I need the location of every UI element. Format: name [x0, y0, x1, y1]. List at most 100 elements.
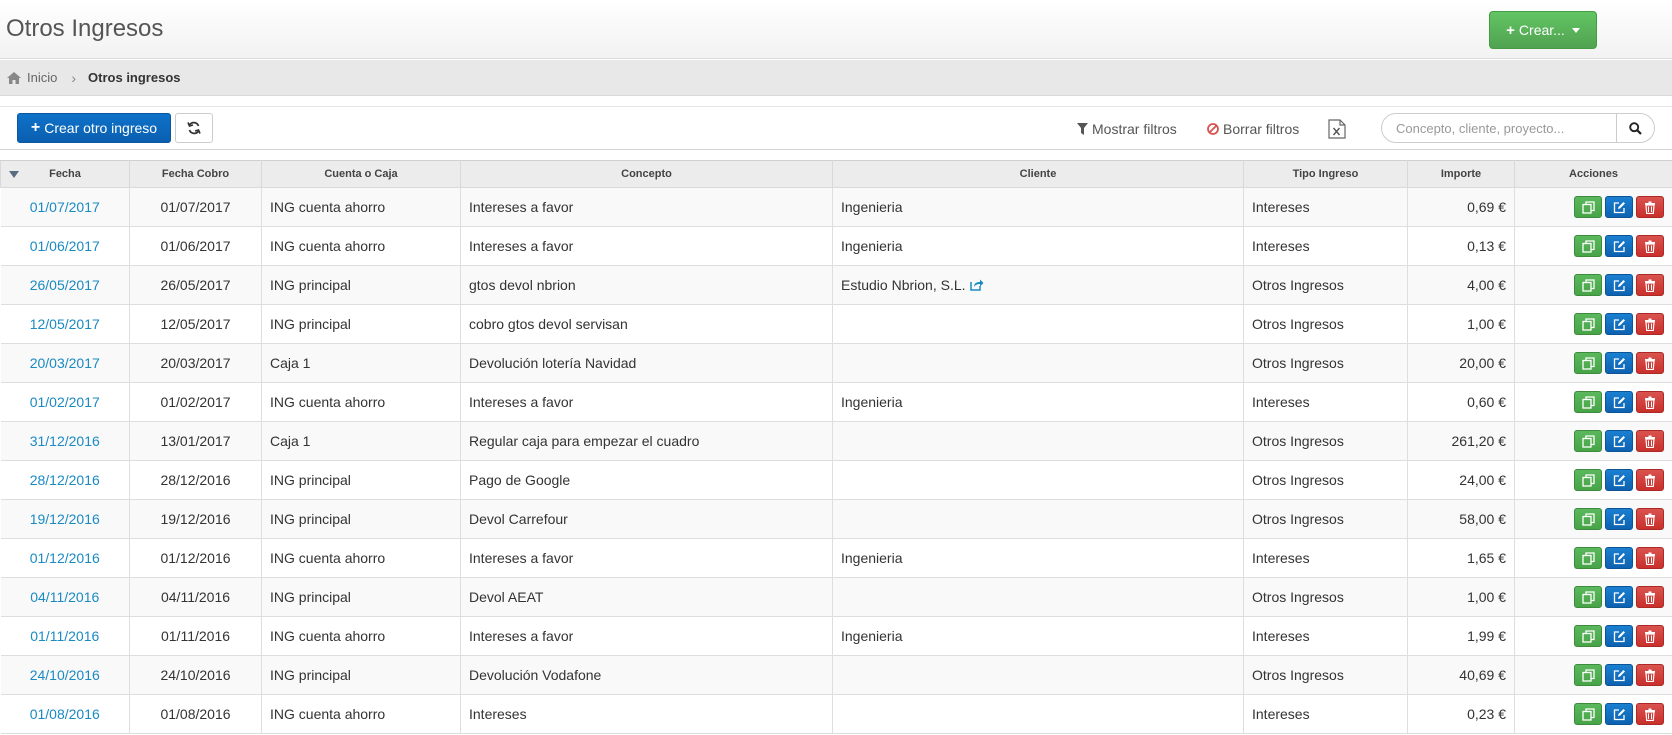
edit-button[interactable]: [1605, 469, 1633, 491]
fecha-link[interactable]: 01/07/2017: [30, 199, 100, 215]
fecha-link[interactable]: 01/06/2017: [30, 238, 100, 254]
copy-button[interactable]: [1574, 352, 1602, 374]
edit-button[interactable]: [1605, 391, 1633, 413]
delete-button[interactable]: [1636, 352, 1664, 374]
copy-button[interactable]: [1574, 547, 1602, 569]
edit-button[interactable]: [1605, 196, 1633, 218]
cell-cuenta: Caja 1: [261, 343, 461, 383]
external-link-icon[interactable]: [969, 278, 984, 291]
plus-icon: +: [1506, 21, 1515, 39]
delete-button[interactable]: [1636, 469, 1664, 491]
copy-button[interactable]: [1574, 391, 1602, 413]
edit-button[interactable]: [1605, 313, 1633, 335]
copy-button[interactable]: [1574, 508, 1602, 530]
cell-concepto: Devol AEAT: [460, 577, 833, 617]
breadcrumb-home-link[interactable]: Inicio: [27, 70, 57, 85]
edit-button[interactable]: [1605, 586, 1633, 608]
cell-cliente: Estudio Nbrion, S.L.: [832, 265, 1244, 305]
search-button[interactable]: [1616, 113, 1655, 143]
cell-acciones: [1514, 226, 1672, 266]
create-income-button[interactable]: + Crear otro ingreso: [17, 113, 171, 143]
column-header-cliente[interactable]: Cliente: [832, 160, 1244, 188]
fecha-link[interactable]: 31/12/2016: [30, 433, 100, 449]
cell-cuenta: ING cuenta ahorro: [261, 538, 461, 578]
copy-button[interactable]: [1574, 703, 1602, 725]
column-header-fecha[interactable]: Fecha: [0, 160, 130, 188]
edit-button[interactable]: [1605, 274, 1633, 296]
copy-button[interactable]: [1574, 469, 1602, 491]
cell-cuenta: ING principal: [261, 304, 461, 344]
copy-button[interactable]: [1574, 274, 1602, 296]
column-header-fecha-cobro[interactable]: Fecha Cobro: [129, 160, 262, 188]
edit-button[interactable]: [1605, 547, 1633, 569]
fecha-link[interactable]: 12/05/2017: [30, 316, 100, 332]
fecha-link[interactable]: 28/12/2016: [30, 472, 100, 488]
delete-button[interactable]: [1636, 196, 1664, 218]
fecha-link[interactable]: 26/05/2017: [30, 277, 100, 293]
fecha-link[interactable]: 19/12/2016: [30, 511, 100, 527]
copy-button[interactable]: [1574, 196, 1602, 218]
column-header-cuenta[interactable]: Cuenta o Caja: [261, 160, 461, 188]
edit-button[interactable]: [1605, 625, 1633, 647]
copy-button[interactable]: [1574, 664, 1602, 686]
table-row: 04/11/2016 04/11/2016 ING principal Devol A…: [0, 577, 1672, 617]
cell-cliente: [832, 343, 1244, 383]
search-input[interactable]: [1381, 113, 1617, 143]
excel-export-icon[interactable]: [1328, 119, 1346, 139]
delete-button[interactable]: [1636, 274, 1664, 296]
fecha-link[interactable]: 20/03/2017: [30, 355, 100, 371]
edit-button[interactable]: [1605, 352, 1633, 374]
fecha-link[interactable]: 01/02/2017: [30, 394, 100, 410]
cell-tipo: Otros Ingresos: [1243, 577, 1408, 617]
fecha-link[interactable]: 01/12/2016: [30, 550, 100, 566]
copy-button[interactable]: [1574, 430, 1602, 452]
fecha-link[interactable]: 01/11/2016: [30, 628, 99, 644]
trash-icon: [1645, 435, 1655, 448]
delete-button[interactable]: [1636, 625, 1664, 647]
breadcrumb-current: Otros ingresos: [88, 70, 181, 85]
copy-button[interactable]: [1574, 625, 1602, 647]
delete-button[interactable]: [1636, 508, 1664, 530]
delete-button[interactable]: [1636, 235, 1664, 257]
delete-button[interactable]: [1636, 313, 1664, 335]
edit-button[interactable]: [1605, 703, 1633, 725]
cell-concepto: gtos devol nbrion: [460, 265, 833, 305]
delete-button[interactable]: [1636, 703, 1664, 725]
fecha-link[interactable]: 24/10/2016: [30, 667, 100, 683]
cell-cuenta: ING cuenta ahorro: [261, 187, 461, 227]
cell-acciones: [1514, 499, 1672, 539]
refresh-button[interactable]: [175, 113, 213, 143]
cell-cuenta: ING principal: [261, 265, 461, 305]
clear-filters-button[interactable]: Borrar filtros: [1207, 121, 1299, 137]
edit-button[interactable]: [1605, 664, 1633, 686]
delete-button[interactable]: [1636, 547, 1664, 569]
delete-button[interactable]: [1636, 586, 1664, 608]
create-dropdown-button[interactable]: + Crear...: [1489, 11, 1597, 49]
column-header-tipo[interactable]: Tipo Ingreso: [1243, 160, 1408, 188]
edit-icon: [1613, 552, 1625, 564]
delete-button[interactable]: [1636, 430, 1664, 452]
delete-button[interactable]: [1636, 391, 1664, 413]
edit-button[interactable]: [1605, 235, 1633, 257]
copy-icon: [1581, 434, 1595, 448]
copy-button[interactable]: [1574, 235, 1602, 257]
delete-button[interactable]: [1636, 664, 1664, 686]
column-header-concepto[interactable]: Concepto: [460, 160, 833, 188]
cell-tipo: Intereses: [1243, 694, 1408, 734]
cell-fecha-cobro: 26/05/2017: [129, 265, 262, 305]
fecha-link[interactable]: 01/08/2016: [30, 706, 100, 722]
show-filters-button[interactable]: Mostrar filtros: [1077, 121, 1177, 137]
cell-cliente: [832, 304, 1244, 344]
fecha-link[interactable]: 04/11/2016: [30, 589, 99, 605]
copy-icon: [1581, 473, 1595, 487]
cell-fecha-cobro: 19/12/2016: [129, 499, 262, 539]
copy-button[interactable]: [1574, 586, 1602, 608]
cliente-name: Ingenieria: [841, 238, 903, 254]
cliente-name: Ingenieria: [841, 628, 903, 644]
copy-button[interactable]: [1574, 313, 1602, 335]
edit-button[interactable]: [1605, 508, 1633, 530]
plus-icon: +: [30, 119, 41, 136]
edit-button[interactable]: [1605, 430, 1633, 452]
cell-fecha: 04/11/2016: [0, 577, 130, 617]
column-header-importe[interactable]: Importe: [1407, 160, 1515, 188]
